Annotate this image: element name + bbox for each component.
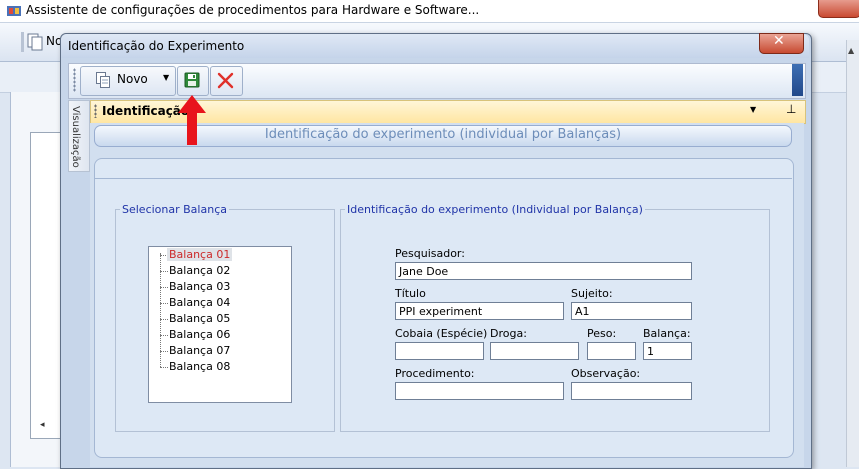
tree-item-balanca[interactable]: Balança 02 <box>169 263 230 279</box>
tree-connector <box>160 303 168 304</box>
tree-connector <box>160 367 168 368</box>
tree-item-label: Balança 08 <box>169 360 231 373</box>
tree-item-balanca[interactable]: Balança 04 <box>169 295 230 311</box>
dialog-title: Identificação do Experimento <box>68 39 245 53</box>
card-divider <box>94 178 792 179</box>
panel-title: Identificação <box>102 104 190 118</box>
balanca-label: Balança: <box>643 327 691 340</box>
main-vertical-scrollbar[interactable] <box>846 40 859 467</box>
pesquisador-label: Pesquisador: <box>395 247 465 260</box>
sujeito-field[interactable]: A1 <box>571 302 692 320</box>
tree-item-label: Balança 07 <box>169 344 231 357</box>
tree-item-balanca[interactable]: Balança 05 <box>169 311 230 327</box>
dropdown-arrow-icon[interactable]: ▼ <box>163 73 169 82</box>
cobaia-label: Cobaia (Espécie) <box>395 327 488 340</box>
tree-item-balanca[interactable]: Balança 08 <box>169 359 230 375</box>
observacao-label: Observação: <box>571 367 641 380</box>
tree-item-label: Balança 06 <box>169 328 231 341</box>
tree-item-label: Balança 05 <box>169 312 231 325</box>
close-icon: ✕ <box>773 33 785 49</box>
tree-item-label: Balança 01 <box>167 248 233 261</box>
tree-connector <box>160 335 168 336</box>
droga-label: Droga: <box>490 327 527 340</box>
tree-item-label: Balança 03 <box>169 280 231 293</box>
main-window-title: Assistente de configurações de procedime… <box>26 3 480 17</box>
panel-grip[interactable] <box>94 104 97 118</box>
cobaia-field[interactable] <box>395 342 484 360</box>
main-close-button[interactable] <box>818 0 859 18</box>
tree-connector <box>160 271 168 272</box>
select-balanca-legend: Selecionar Balança <box>120 203 229 216</box>
side-tab-label: Visualização <box>70 106 81 168</box>
droga-field[interactable] <box>490 342 579 360</box>
toolbar-grip[interactable] <box>73 68 76 92</box>
scroll-up-icon[interactable]: ▲ <box>848 46 854 55</box>
scroll-left-icon[interactable]: ◂ <box>40 420 45 430</box>
tree-item-balanca[interactable]: Balança 01 <box>167 247 233 263</box>
novo-label: Novo <box>117 72 148 86</box>
titulo-label: Título <box>395 287 426 300</box>
peso-field[interactable] <box>587 342 636 360</box>
red-arrow-annotation <box>178 95 206 145</box>
tree-item-balanca[interactable]: Balança 07 <box>169 343 230 359</box>
toolbar-overflow-button[interactable] <box>792 64 803 96</box>
tree-connector <box>160 287 168 288</box>
close-icon <box>217 72 234 89</box>
tree-item-balanca[interactable]: Balança 03 <box>169 279 230 295</box>
sujeito-label: Sujeito: <box>571 287 613 300</box>
tree-item-balanca[interactable]: Balança 06 <box>169 327 230 343</box>
procedimento-field[interactable] <box>395 382 564 400</box>
pin-icon[interactable]: ⊥ <box>786 102 796 116</box>
pesquisador-field[interactable]: Jane Doe <box>395 262 692 280</box>
procedimento-label: Procedimento: <box>395 367 475 380</box>
app-icon <box>7 6 21 16</box>
new-document-icon <box>96 72 110 88</box>
balanca-field[interactable]: 1 <box>643 342 692 360</box>
chevron-down-icon[interactable]: ▼ <box>750 105 756 114</box>
tree-connector <box>160 351 168 352</box>
tree-item-label: Balança 02 <box>169 264 231 277</box>
peso-label: Peso: <box>587 327 617 340</box>
identification-legend: Identificação do experimento (Individual… <box>345 203 645 216</box>
tree-item-label: Balança 04 <box>169 296 231 309</box>
titulo-field[interactable]: PPI experiment <box>395 302 564 320</box>
observacao-field[interactable] <box>571 382 692 400</box>
tree-connector <box>160 319 168 320</box>
save-icon <box>184 72 200 88</box>
